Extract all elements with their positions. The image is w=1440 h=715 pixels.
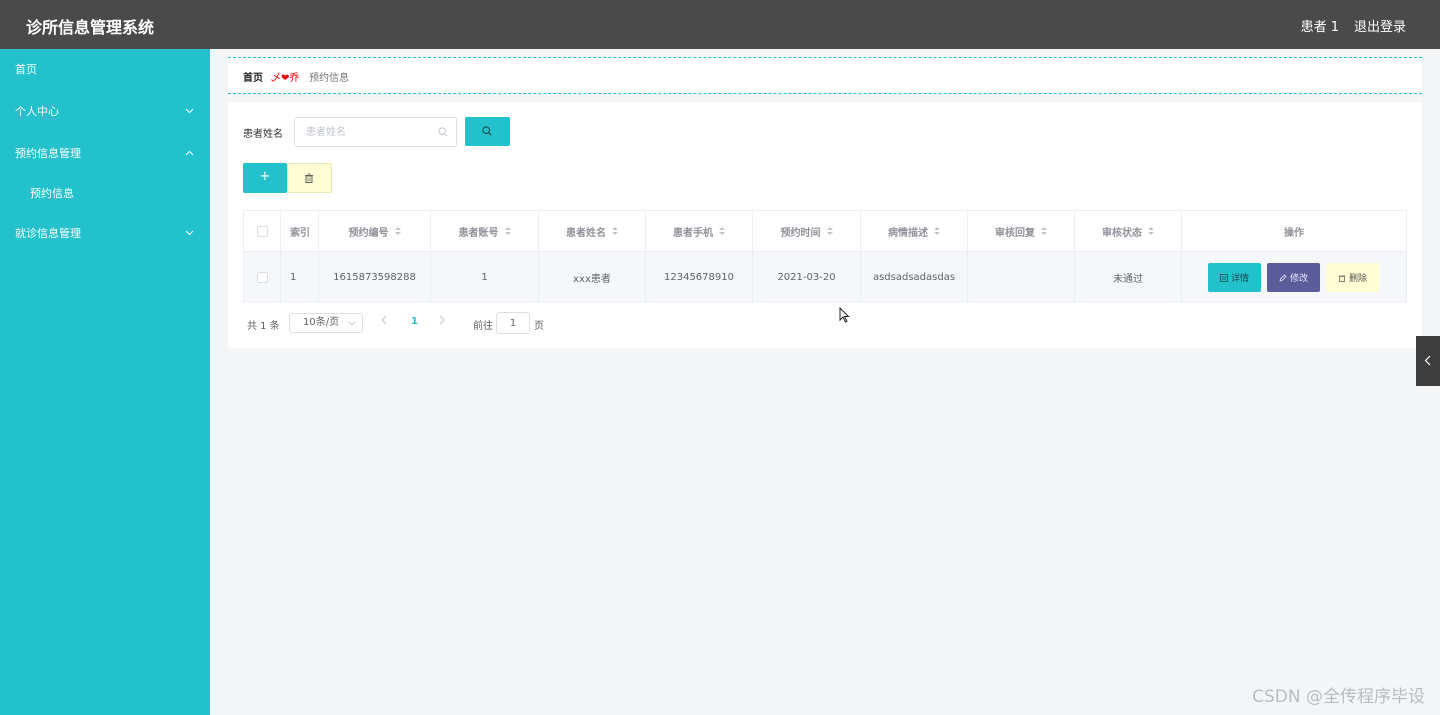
breadcrumb: 首页 乄❤乔 预约信息 [228,57,1422,94]
cell-patient-account: 1 [431,252,539,303]
appointment-table: 索引 预约编号 患者账号 患者姓名 患者手机 预约时间 病情描述 审核回复 审核… [243,210,1407,303]
search-field[interactable] [294,117,457,147]
chevron-down-icon [185,213,194,255]
sidebar-item-label: 就诊信息管理 [15,227,81,240]
row-select[interactable] [244,252,281,303]
breadcrumb-home[interactable]: 首页 [243,69,263,84]
document-icon [1220,273,1228,282]
main-panel: 患者姓名 + 索引 预约编号 患者账号 患者姓名 患者手机 预约时间 病情描述 … [228,102,1422,348]
breadcrumb-separator: 乄❤乔 [271,73,300,84]
cell-description: asdsadsadasdas [861,252,968,303]
cell-appointment-no: 1615873598288 [319,252,431,303]
header-cell[interactable]: 患者手机 [646,211,753,251]
prev-page-icon[interactable] [381,315,387,328]
goto-unit: 页 [534,321,544,332]
logout-link[interactable]: 退出登录 [1354,16,1406,35]
page-size-value: 10条/页 [303,317,340,328]
sort-icon[interactable] [826,226,833,236]
pagination-total: 共 1 条 [247,321,280,332]
goto-label: 前往 [473,321,493,332]
side-panel-toggle[interactable] [1416,336,1440,386]
cell-patient-name: xxx患者 [539,252,646,303]
sidebar-item-label: 预约信息 [30,187,74,200]
cell-appointment-time: 2021-03-20 [753,252,861,303]
sidebar-item-appointment-management[interactable]: 预约信息管理 [0,133,210,175]
search-icon [438,126,448,137]
header-select-all[interactable] [244,211,281,251]
page-number[interactable]: 1 [411,316,418,327]
sort-icon[interactable] [612,226,618,236]
cell-review-reply [968,252,1075,303]
trash-icon [305,173,313,183]
delete-label: 删除 [1348,274,1367,284]
batch-delete-button[interactable] [287,163,332,193]
search-button[interactable] [465,117,510,146]
search-label: 患者姓名 [243,129,283,140]
row-checkbox[interactable] [256,272,268,283]
select-all-checkbox[interactable] [256,225,268,237]
chevron-down-icon [348,314,356,333]
watermark: CSDN @全传程序毕设 [1252,687,1425,707]
chevron-left-icon [1424,355,1431,366]
header-cell[interactable]: 审核回复 [968,211,1075,251]
cell-patient-phone: 12345678910 [646,252,753,303]
add-button[interactable]: + [243,163,287,193]
trash-icon [1338,275,1346,282]
sort-icon[interactable] [504,226,511,236]
search-icon [482,126,492,136]
top-bar: 诊所信息管理系统 患者 1 退出登录 [0,0,1440,49]
sidebar-item-home[interactable]: 首页 [0,49,210,91]
edit-label: 修改 [1289,274,1308,284]
sidebar-item-label: 首页 [15,63,37,76]
app-title: 诊所信息管理系统 [26,18,155,37]
sidebar-item-label: 预约信息管理 [15,147,81,160]
header-cell[interactable]: 患者账号 [431,211,539,251]
sort-icon[interactable] [1041,226,1047,236]
search-input[interactable] [295,118,435,146]
chevron-down-icon [185,91,194,133]
sort-icon[interactable] [934,226,940,236]
header-cell: 操作 [1284,227,1304,239]
header-cell[interactable]: 预约时间 [753,211,861,251]
goto-page-input[interactable] [496,312,530,334]
sidebar-item-visit-management[interactable]: 就诊信息管理 [0,213,210,255]
sidebar-item-personal-center[interactable]: 个人中心 [0,91,210,133]
sidebar-item-label: 个人中心 [15,105,59,118]
pencil-icon [1279,273,1287,282]
next-page-icon[interactable] [439,315,445,328]
chevron-up-icon [185,133,194,175]
current-user[interactable]: 患者 1 [1301,16,1339,35]
cell-review-status: 未通过 [1075,252,1182,303]
breadcrumb-current: 预约信息 [309,73,349,84]
header-cell[interactable]: 患者姓名 [539,211,646,251]
sidebar-item-appointment-info[interactable]: 预约信息 [0,173,210,215]
sort-icon[interactable] [394,226,401,236]
header-cell[interactable]: 病情描述 [861,211,968,251]
cell-actions: 详情 修改 删除 [1182,252,1406,303]
page-size-select[interactable]: 10条/页 [289,313,363,333]
mouse-cursor-icon [839,306,850,326]
sidebar: 首页 个人中心 预约信息管理 预约信息 就诊信息管理 [0,49,210,715]
header-cell[interactable]: 预约编号 [319,211,431,251]
sort-icon[interactable] [719,226,725,236]
edit-button[interactable]: 修改 [1267,263,1320,292]
sort-icon[interactable] [1148,226,1154,236]
header-cell: 索引 [281,211,319,251]
detail-label: 详情 [1230,274,1249,284]
delete-button[interactable]: 删除 [1326,263,1379,292]
detail-button[interactable]: 详情 [1208,263,1261,292]
pagination: 共 1 条 10条/页 1 前往 页 [243,312,643,334]
table-row[interactable]: 1 1615873598288 1 xxx患者 12345678910 2021… [244,252,1406,303]
header-cell[interactable]: 审核状态 [1075,211,1182,251]
table-header: 索引 预约编号 患者账号 患者姓名 患者手机 预约时间 病情描述 审核回复 审核… [244,211,1406,252]
cell-index: 1 [281,252,319,303]
